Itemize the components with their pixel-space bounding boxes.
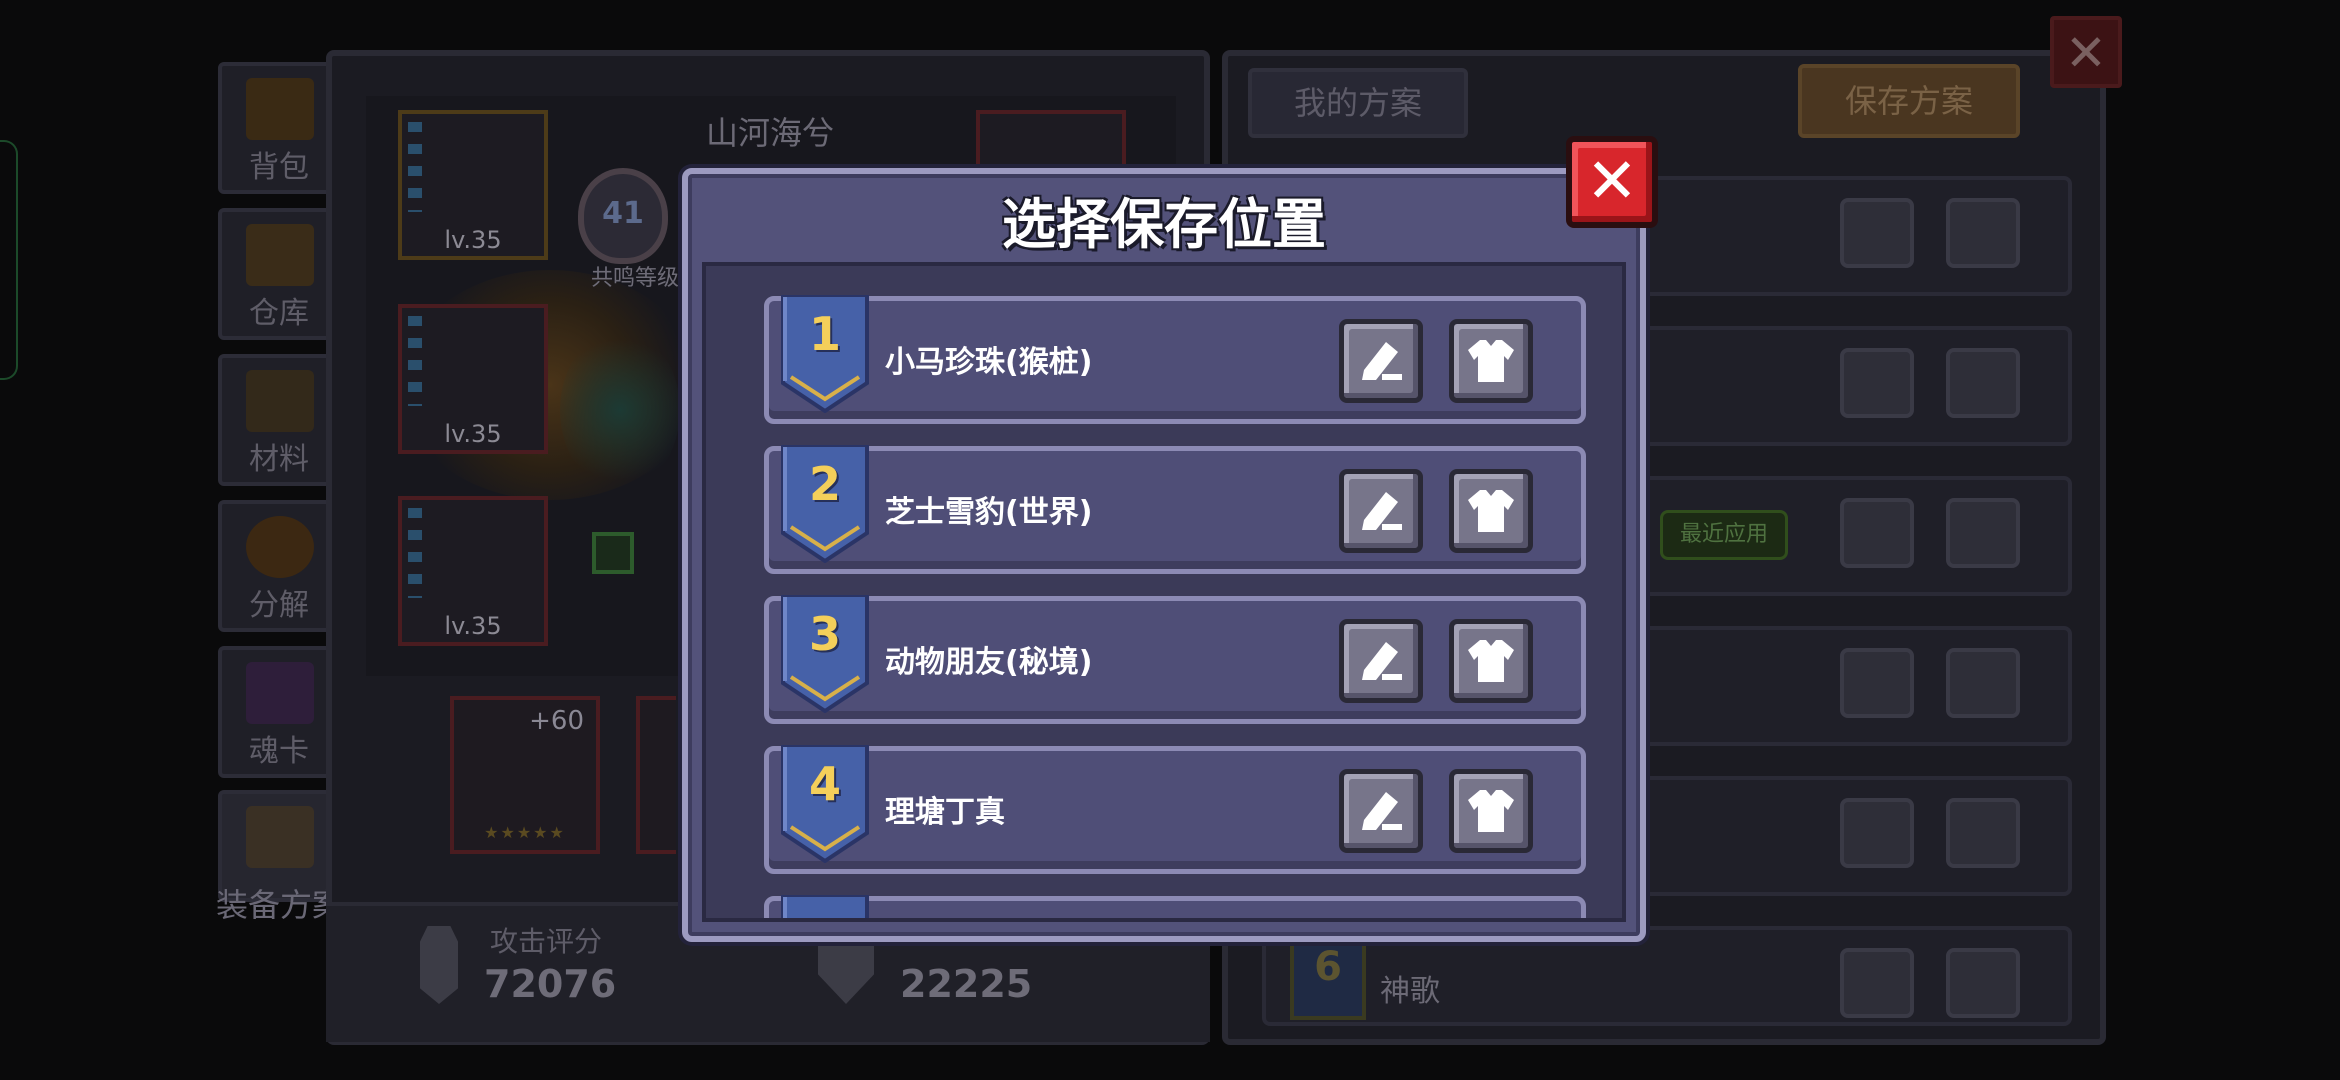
- plan-number: 6: [1314, 944, 1342, 990]
- slot-name: 动物朋友(秘境): [885, 645, 1093, 680]
- shirt-icon[interactable]: [1946, 648, 2020, 718]
- rename-button[interactable]: [1339, 619, 1423, 703]
- slot-name: 小马珍珠(猴桩): [885, 345, 1093, 380]
- save-slot-list[interactable]: 1 小马珍珠(猴桩) 2 芝士雪豹(世界) 3 动物朋友(秘境) 4 理塘丁真: [702, 262, 1626, 922]
- weapon-stars: ★★★★★: [484, 823, 566, 842]
- resonance-level: 41: [602, 196, 644, 231]
- storage-icon: [246, 224, 314, 286]
- pumpkin-icon: [246, 516, 314, 578]
- sidebar-item-label: 背包: [249, 150, 309, 185]
- slot-number: 2: [808, 457, 841, 511]
- save-slot-row[interactable]: 2 芝士雪豹(世界): [764, 445, 1586, 574]
- weapon-slot-secondary[interactable]: [636, 696, 676, 854]
- dialog-title: 选择保存位置: [1002, 193, 1326, 256]
- character-aura-secondary: [560, 330, 680, 490]
- tab-my-plans[interactable]: 我的方案: [1248, 68, 1468, 138]
- gem-socket-column: [408, 316, 422, 406]
- panel-close-button[interactable]: ✕: [2050, 16, 2122, 88]
- edit-icon[interactable]: [1840, 498, 1914, 568]
- shirt-icon[interactable]: [1946, 798, 2020, 868]
- sidebar-item-label: 材料: [249, 442, 309, 477]
- sidebar-item-decompose[interactable]: 分解: [218, 500, 340, 632]
- edit-icon[interactable]: [1840, 948, 1914, 1018]
- shirt-icon: [1468, 340, 1514, 382]
- edit-icon: [1362, 792, 1402, 830]
- slot-level: lv.35: [444, 420, 502, 448]
- gem-socket-column: [408, 122, 422, 212]
- armor-icon: [246, 806, 314, 868]
- save-slot-row[interactable]: 3 动物朋友(秘境): [764, 595, 1586, 724]
- edit-icon: [1362, 342, 1402, 380]
- equipment-slot-boots[interactable]: lv.35: [398, 496, 548, 646]
- sidebar-item-storage[interactable]: 仓库: [218, 208, 340, 340]
- save-slot-row[interactable]: [764, 895, 1586, 922]
- rename-button[interactable]: [1339, 769, 1423, 853]
- soul-card-icon: [246, 662, 314, 724]
- sidebar-item-label: 分解: [249, 588, 309, 623]
- shirt-icon[interactable]: [1946, 498, 2020, 568]
- edit-icon[interactable]: [1840, 348, 1914, 418]
- edit-icon[interactable]: [1840, 798, 1914, 868]
- edit-icon: [1362, 642, 1402, 680]
- shirt-icon[interactable]: [1946, 348, 2020, 418]
- slot-name: 芝士雪豹(世界): [885, 495, 1093, 530]
- character-name: 山河海兮: [705, 114, 834, 152]
- shirt-icon: [1468, 490, 1514, 532]
- equipment-slot-helmet[interactable]: lv.35: [398, 110, 548, 260]
- apply-outfit-button[interactable]: [1449, 769, 1533, 853]
- attack-score-label: 攻击评分: [490, 925, 603, 958]
- rename-button[interactable]: [1339, 919, 1423, 922]
- save-slot-row[interactable]: 1 小马珍珠(猴桩): [764, 295, 1586, 424]
- apply-outfit-button[interactable]: [1449, 619, 1533, 703]
- edit-icon[interactable]: [1840, 648, 1914, 718]
- save-plan-button[interactable]: 保存方案: [1798, 64, 2020, 138]
- weapon-slot[interactable]: +60 ★★★★★: [450, 696, 600, 854]
- screen-edge-indicator: [0, 140, 18, 380]
- number-shield-icon: [781, 895, 869, 918]
- sidebar-item-label: 魂卡: [249, 734, 309, 769]
- shirt-icon: [1468, 790, 1514, 832]
- slot-level: lv.35: [444, 226, 502, 254]
- edit-icon: [1362, 492, 1402, 530]
- attack-score-value: 72076: [484, 962, 617, 1006]
- close-icon: ✕: [1586, 144, 1638, 217]
- swap-icon[interactable]: [592, 532, 634, 574]
- sidebar-item-backpack[interactable]: 背包: [218, 62, 340, 194]
- slot-number: 3: [808, 607, 841, 661]
- slot-number: 1: [808, 307, 841, 361]
- slot-name: 理塘丁真: [885, 795, 1005, 830]
- apply-outfit-button[interactable]: [1449, 469, 1533, 553]
- rename-button[interactable]: [1339, 469, 1423, 553]
- apply-outfit-button[interactable]: [1449, 319, 1533, 403]
- plan-name: 神歌: [1380, 974, 1440, 1009]
- save-slot-row[interactable]: 4 理塘丁真: [764, 745, 1586, 874]
- shirt-icon[interactable]: [1946, 948, 2020, 1018]
- apply-outfit-button[interactable]: [1449, 919, 1533, 922]
- defense-score-value: 22225: [900, 962, 1033, 1006]
- sword-icon: [420, 926, 458, 1004]
- sidebar-item-soul-card[interactable]: 魂卡: [218, 646, 340, 778]
- dialog-close-button[interactable]: ✕: [1566, 136, 1658, 228]
- equipment-slot-accessory[interactable]: [976, 110, 1126, 170]
- equipment-slot-armor[interactable]: lv.35: [398, 304, 548, 454]
- shirt-icon[interactable]: [1946, 198, 2020, 268]
- slot-number: 4: [808, 757, 841, 811]
- close-icon: ✕: [2065, 24, 2107, 82]
- material-icon: [246, 370, 314, 432]
- edit-icon[interactable]: [1840, 198, 1914, 268]
- slot-level: lv.35: [444, 612, 502, 640]
- weapon-enhance-level: +60: [529, 706, 584, 736]
- chest-icon: [246, 78, 314, 140]
- gem-socket-column: [408, 508, 422, 598]
- rename-button[interactable]: [1339, 319, 1423, 403]
- shirt-icon: [1468, 640, 1514, 682]
- sidebar-item-label: 仓库: [249, 296, 309, 331]
- sidebar-item-material[interactable]: 材料: [218, 354, 340, 486]
- recently-applied-badge: 最近应用: [1660, 510, 1788, 560]
